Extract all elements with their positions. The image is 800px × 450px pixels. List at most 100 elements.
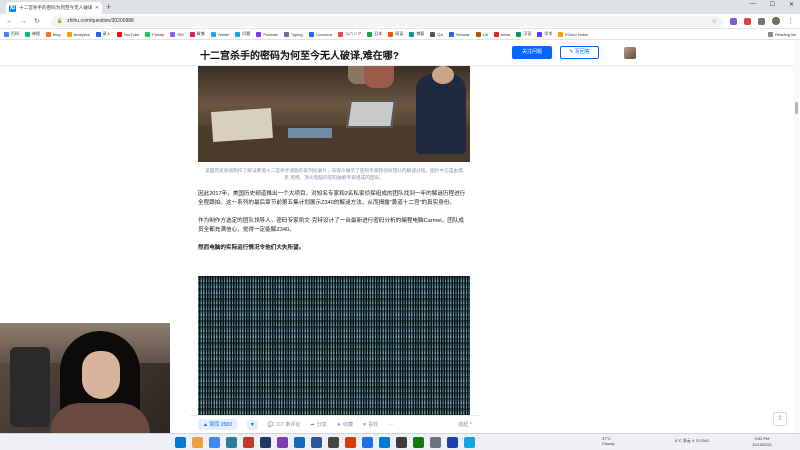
bookmark-item[interactable]: Scholar <box>449 31 470 37</box>
forward-icon[interactable]: → <box>20 18 27 25</box>
taskbar-app-icon[interactable] <box>277 436 288 448</box>
taskbar-app-icon[interactable] <box>396 436 407 448</box>
taskbar-app-icon[interactable] <box>447 436 458 448</box>
share-button[interactable]: ➦ 分享 <box>310 421 326 429</box>
taskbar-app-icon[interactable] <box>209 436 220 448</box>
bookmark-item[interactable]: 学术 <box>537 31 552 37</box>
close-tab-icon[interactable]: ✕ <box>95 5 99 11</box>
bookmark-label: 汉语 <box>523 31 532 36</box>
bookmark-favicon-icon <box>537 31 543 37</box>
profile-avatar[interactable] <box>772 17 780 25</box>
upvote-button[interactable]: ▲ 赞同 2583 <box>198 419 237 430</box>
bookmark-item[interactable]: Typing <box>283 31 303 37</box>
address-bar[interactable]: 🔒 zhihu.com/question/30200988 ☆ <box>50 15 723 27</box>
bookmark-item[interactable]: Coursera <box>308 31 332 37</box>
browser-tab-active[interactable]: 知 十二宫杀手的密码为何至今无人破译 ✕ <box>6 2 102 14</box>
taskbar-app-icon[interactable] <box>192 436 203 448</box>
scrollbar-track[interactable] <box>793 40 800 433</box>
bookmark-item[interactable]: YouTube <box>116 31 139 37</box>
photo-person-head <box>432 66 454 84</box>
comments-button[interactable]: 💬 117 条评论 <box>268 421 301 429</box>
taskbar-app-icon[interactable] <box>226 436 237 448</box>
bookmark-label: 神搜 <box>32 31 40 36</box>
bookmark-item[interactable]: Twitter <box>210 31 229 37</box>
bookmark-item[interactable]: 博客 <box>409 31 424 37</box>
photo-person <box>416 74 466 154</box>
bookmark-favicon-icon <box>283 31 289 37</box>
taskbar-app-icon[interactable] <box>260 436 271 448</box>
bookmark-item[interactable]: RM <box>170 31 184 37</box>
bookmark-item[interactable]: 问题 <box>235 31 250 37</box>
taskbar-app-icon[interactable] <box>362 436 373 448</box>
taskbar-app-icon[interactable] <box>175 436 186 448</box>
user-avatar[interactable] <box>624 47 636 59</box>
bookmark-favicon-icon <box>95 31 101 37</box>
like-button[interactable]: ♥ 喜欢 <box>363 421 378 429</box>
bookmark-item[interactable]: 微博 <box>189 31 205 37</box>
bookmark-item[interactable]: 日本 <box>367 31 382 37</box>
bookmark-item[interactable]: QA <box>430 31 443 37</box>
bookmark-item[interactable]: blog <box>46 31 61 37</box>
photo-laptop <box>346 100 396 128</box>
bookmark-item[interactable]: Feedly <box>145 31 164 37</box>
bookmark-item[interactable]: 阅读 <box>388 31 403 37</box>
reload-icon[interactable]: ↻ <box>34 17 40 25</box>
bookmark-favicon-icon <box>46 31 51 37</box>
maximize-button[interactable]: ☐ <box>770 1 775 8</box>
minimize-button[interactable]: — <box>750 1 756 8</box>
bookmark-star-icon[interactable]: ☆ <box>712 18 717 25</box>
taskbar-app-icon[interactable] <box>345 436 356 448</box>
bookmark-favicon-icon <box>235 31 241 37</box>
browser-menu-icon[interactable]: ⋮ <box>787 17 794 25</box>
webcam-overlay <box>0 323 170 439</box>
new-tab-button[interactable]: + <box>106 2 111 12</box>
bookmark-item[interactable]: Lib <box>475 31 488 37</box>
write-answer-button[interactable]: ✎ 写回答 <box>560 46 599 59</box>
bookmark-item[interactable]: iCloud Notes <box>558 31 588 37</box>
team-photo[interactable] <box>198 66 470 162</box>
question-title[interactable]: 十二宫杀手的密码为何至今无人破译,难在哪? <box>200 47 399 62</box>
bookmark-item[interactable]: 录入 <box>95 31 111 37</box>
back-to-top-button[interactable]: ⇧ <box>773 412 787 426</box>
bookmark-item[interactable]: 汉语 <box>516 31 531 37</box>
collapse-button[interactable]: 收起 ^ <box>458 421 472 428</box>
cipher-matrix-image[interactable] <box>198 276 470 416</box>
taskbar-app-icon[interactable] <box>430 436 441 448</box>
bookmark-item[interactable]: news <box>493 31 510 37</box>
bookmark-item[interactable]: 神搜 <box>25 31 40 37</box>
extension-icon[interactable] <box>730 17 737 25</box>
bookmark-favicon-icon <box>475 31 481 37</box>
bookmark-label: Typing <box>290 31 303 37</box>
answer-content: 美国历史频道制作了解读黄道十二宫杀手谜题的系列纪录片，向观众展示了密码专家和侦探… <box>198 66 470 253</box>
more-button[interactable]: ··· <box>388 422 393 428</box>
reading-list-button[interactable]: Reading list <box>768 31 796 37</box>
bookmark-label: 日本 <box>374 31 383 36</box>
bookmark-favicon-icon <box>210 31 216 37</box>
clock[interactable]: 9:52 PM 10/19/2021 <box>752 436 772 447</box>
webcam-person-face <box>82 351 120 399</box>
system-tray[interactable]: 6°C 多云 ∧ ⊡ ENG <box>675 438 709 444</box>
taskbar-app-icon[interactable] <box>413 436 424 448</box>
downvote-button[interactable]: ▼ <box>246 419 258 430</box>
scrollbar-thumb[interactable] <box>795 102 798 114</box>
favorite-button[interactable]: ★ 收藏 <box>337 421 354 429</box>
bookmark-favicon-icon <box>116 31 122 37</box>
taskbar-app-icon[interactable] <box>379 436 390 448</box>
bookmark-item[interactable]: Analytics <box>66 31 90 37</box>
bookmark-item[interactable]: コバンク <box>338 31 361 37</box>
extensions-puzzle-icon[interactable] <box>758 17 765 25</box>
weather-widget[interactable]: 37°C Cloudy <box>602 436 614 446</box>
lock-icon: 🔒 <box>56 18 64 24</box>
taskbar-app-icon[interactable] <box>328 436 339 448</box>
taskbar-app-icon[interactable] <box>464 436 475 448</box>
taskbar-app-icon[interactable] <box>311 436 322 448</box>
taskbar-app-icon[interactable] <box>294 436 305 448</box>
follow-question-button[interactable]: 关注问题 <box>512 46 552 59</box>
extension-icon[interactable] <box>744 17 751 25</box>
back-icon[interactable]: ← <box>6 18 13 25</box>
bookmark-item[interactable]: Podcast <box>256 31 278 37</box>
taskbar-app-icon[interactable] <box>243 436 254 448</box>
close-window-button[interactable]: ✕ <box>789 1 794 8</box>
bookmark-label: 微博 <box>196 31 205 36</box>
bookmark-item[interactable]: 百科 <box>4 31 19 37</box>
